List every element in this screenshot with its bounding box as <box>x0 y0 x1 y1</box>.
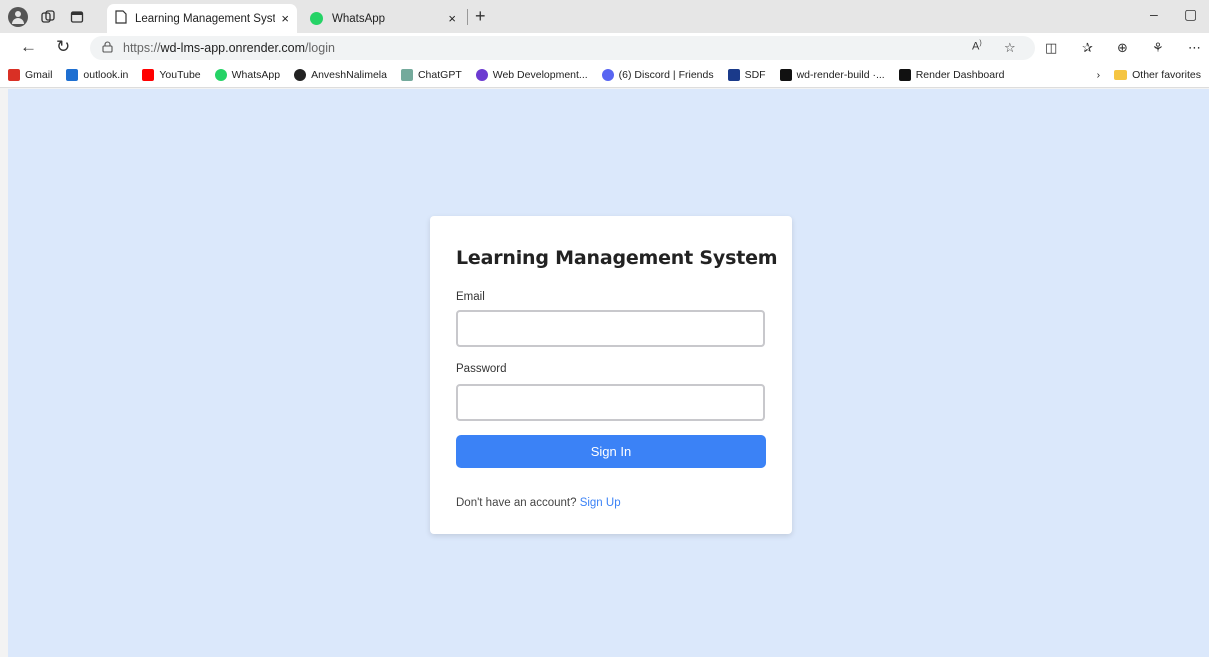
chevron-right-icon[interactable]: › <box>1097 69 1101 81</box>
favorites-icon[interactable]: ✰ <box>1082 40 1093 56</box>
new-tab-button[interactable]: + <box>475 6 486 27</box>
web-dev-icon <box>475 69 488 81</box>
bookmark-item[interactable]: wd-render-build ·... <box>779 69 885 81</box>
sign-up-link[interactable]: Sign Up <box>580 497 621 509</box>
render-icon <box>898 69 911 81</box>
whatsapp-icon <box>214 69 227 81</box>
bookmarks-bar: Gmail outlook.in YouTube WhatsApp AnveshNali… <box>0 63 1209 88</box>
github-icon <box>294 69 307 81</box>
tab-lms[interactable]: Learning Management System-- × <box>107 4 297 33</box>
whatsapp-icon <box>310 12 323 25</box>
bookmark-label: Render Dashboard <box>915 69 1005 81</box>
close-icon[interactable]: × <box>281 11 289 26</box>
url-host: wd-lms-app.onrender.com <box>160 41 306 55</box>
profile-icon[interactable] <box>8 7 28 27</box>
bookmark-item[interactable]: YouTube <box>142 69 201 81</box>
read-aloud-icon[interactable]: A) <box>972 40 982 53</box>
page-icon <box>115 10 127 27</box>
restore-button[interactable]: ▢ <box>1184 6 1197 23</box>
bookmark-label: Web Development... <box>492 69 588 81</box>
password-label: Password <box>456 363 507 375</box>
bookmark-item[interactable]: (6) Discord | Friends <box>601 69 714 81</box>
password-field[interactable] <box>456 384 765 421</box>
tab-divider <box>467 9 468 25</box>
bookmark-label: outlook.in <box>83 69 129 81</box>
page-background: Learning Management System Email Passwor… <box>8 89 1209 657</box>
other-favorites-label: Other favorites <box>1132 69 1201 81</box>
other-favorites[interactable]: › Other favorites <box>1097 69 1201 81</box>
more-options-icon[interactable]: ⋯ <box>1188 40 1201 56</box>
bookmark-item[interactable]: Gmail <box>8 69 52 81</box>
page-title: Learning Management System <box>456 247 778 269</box>
bookmark-item[interactable]: WhatsApp <box>214 69 281 81</box>
discord-icon <box>601 69 614 81</box>
bookmark-label: wd-render-build ·... <box>796 69 885 81</box>
split-screen-icon[interactable]: ◫ <box>1045 40 1057 56</box>
email-field[interactable] <box>456 310 765 347</box>
bookmark-label: YouTube <box>159 69 201 81</box>
chatgpt-icon <box>400 69 413 81</box>
folder-icon <box>1114 70 1128 80</box>
back-icon[interactable]: ← <box>20 37 37 57</box>
minimize-button[interactable]: – <box>1150 6 1158 22</box>
favorite-star-icon[interactable]: ☆ <box>1004 40 1016 56</box>
bookmark-item[interactable]: SDF <box>727 69 766 81</box>
bookmark-label: ChatGPT <box>417 69 462 81</box>
url-scheme: https:// <box>123 41 161 55</box>
tab-actions-icon[interactable] <box>67 7 87 27</box>
sdf-icon <box>727 69 740 81</box>
address-bar-row: ← ↻ https:// wd-lms-app.onrender.com /lo… <box>0 33 1209 63</box>
bookmark-item[interactable]: Render Dashboard <box>898 69 1005 81</box>
bookmark-item[interactable]: Web Development... <box>475 69 588 81</box>
tab-title: Learning Management System-- <box>135 12 275 25</box>
login-card: Learning Management System Email Passwor… <box>430 216 792 534</box>
bookmark-item[interactable]: ChatGPT <box>400 69 462 81</box>
bookmark-label: WhatsApp <box>231 69 281 81</box>
email-label: Email <box>456 291 485 303</box>
collections-icon[interactable]: ⊕ <box>1117 40 1128 56</box>
bookmark-label: (6) Discord | Friends <box>618 69 714 81</box>
signup-prompt: Don't have an account? Sign Up <box>456 497 621 509</box>
tab-whatsapp[interactable]: WhatsApp × <box>302 4 464 33</box>
render-icon <box>779 69 792 81</box>
bookmark-label: AnveshNalimela <box>311 69 387 81</box>
gmail-icon <box>8 69 20 81</box>
outlook-icon <box>66 69 79 81</box>
refresh-icon[interactable]: ↻ <box>56 37 70 57</box>
sign-in-button[interactable]: Sign In <box>456 435 766 468</box>
tab-strip: Learning Management System-- × WhatsApp … <box>0 0 1209 33</box>
bookmark-label: SDF <box>744 69 766 81</box>
lock-icon[interactable] <box>102 40 113 56</box>
bookmark-item[interactable]: AnveshNalimela <box>294 69 387 81</box>
youtube-icon <box>142 69 155 81</box>
url-field[interactable]: https:// wd-lms-app.onrender.com /login <box>90 36 1035 60</box>
bookmark-item[interactable]: outlook.in <box>66 69 128 81</box>
close-icon[interactable]: × <box>448 11 456 26</box>
workspaces-icon[interactable] <box>38 7 58 27</box>
extensions-icon[interactable]: ⚘ <box>1152 40 1164 56</box>
bookmark-label: Gmail <box>25 69 53 81</box>
url-path: /login <box>305 41 335 55</box>
signup-prompt-text: Don't have an account? <box>456 497 577 509</box>
tab-title: WhatsApp <box>332 12 386 25</box>
